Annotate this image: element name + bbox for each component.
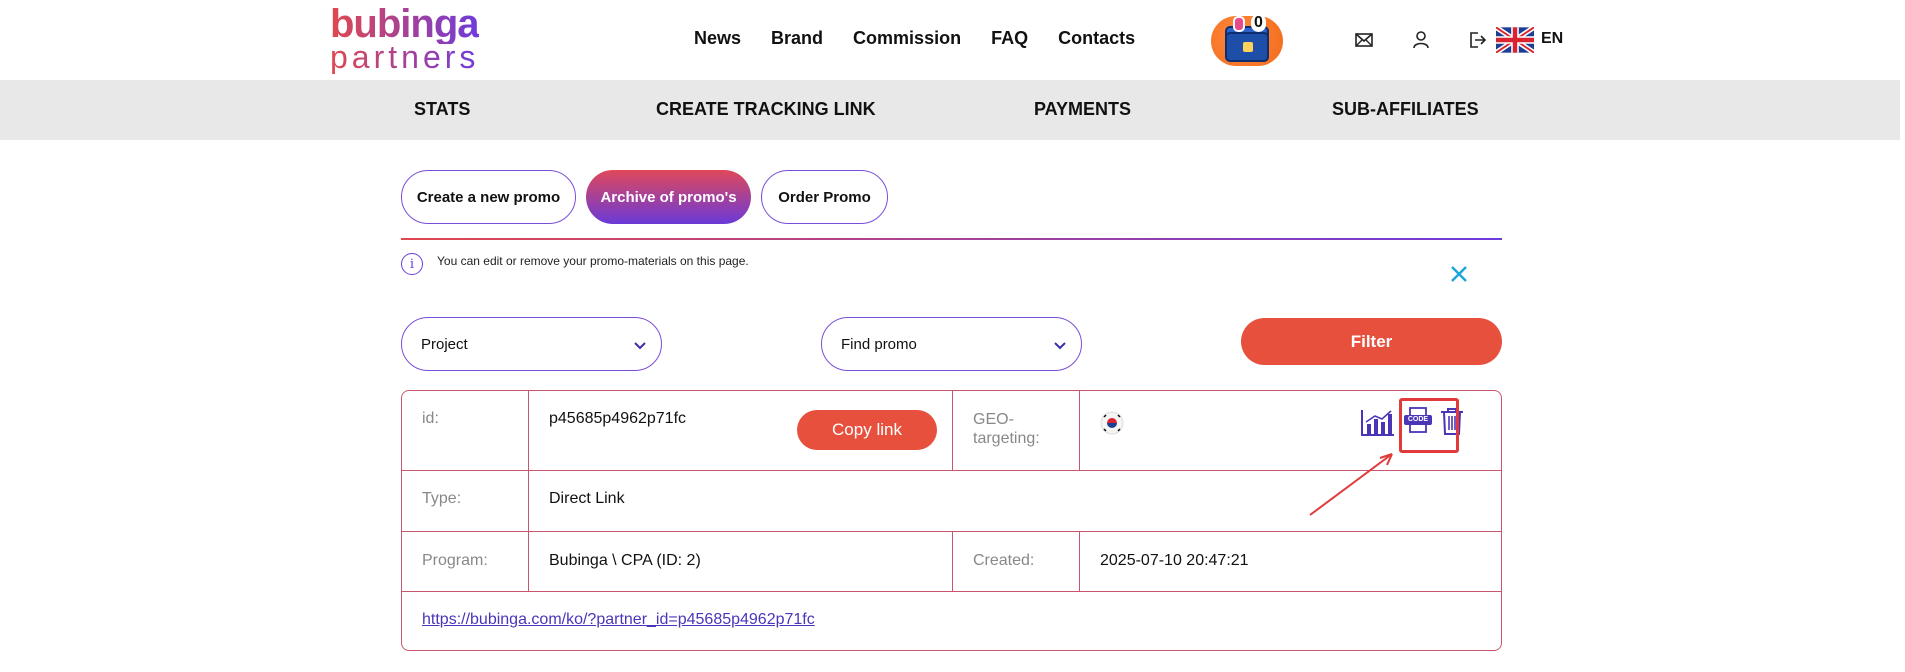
subnav-payments[interactable]: PAYMENTS (1034, 99, 1131, 120)
chevron-down-icon (1054, 342, 1066, 350)
info-icon: i (401, 253, 423, 275)
tab-create-new-promo[interactable]: Create a new promo (401, 170, 576, 224)
stats-icon[interactable] (1360, 408, 1396, 438)
subnav-sub-affiliates[interactable]: SUB-AFFILIATES (1332, 99, 1479, 120)
annotation-arrow (1309, 453, 1393, 516)
filter-button[interactable]: Filter (1241, 318, 1502, 365)
geo-label: GEO- targeting: (973, 410, 1040, 448)
user-icon[interactable] (1411, 30, 1431, 50)
geo-label-cell: GEO- targeting: (953, 391, 1080, 471)
id-label-cell: id: (402, 391, 529, 471)
find-promo-select[interactable]: Find promo (821, 317, 1082, 371)
subnav-create-tracking-link[interactable]: CREATE TRACKING LINK (656, 99, 876, 120)
created-value-cell: 2025-07-10 20:47:21 (1080, 532, 1501, 592)
nav-news[interactable]: News (694, 28, 741, 49)
treasure-chest-button[interactable]: 0 (1211, 14, 1283, 66)
promo-url-link[interactable]: https://bubinga.com/ko/?partner_id=p4568… (422, 611, 815, 629)
type-value: Direct Link (549, 490, 625, 507)
logo-top: bubinga (330, 2, 480, 46)
mail-icon[interactable] (1354, 30, 1374, 50)
program-label: Program: (422, 552, 488, 569)
tab-order-promo[interactable]: Order Promo (761, 170, 888, 224)
logout-icon[interactable] (1467, 30, 1487, 50)
program-value-cell: Bubinga \ CPA (ID: 2) (529, 532, 953, 592)
created-label: Created: (973, 552, 1035, 569)
tabs-divider (401, 238, 1502, 240)
sub-nav: STATS CREATE TRACKING LINK PAYMENTS SUB-… (0, 80, 1900, 140)
subnav-stats[interactable]: STATS (414, 99, 470, 120)
geo-label-line-1: GEO- (973, 411, 1014, 428)
program-value: Bubinga \ CPA (ID: 2) (549, 552, 701, 569)
program-label-cell: Program: (402, 532, 529, 592)
close-icon[interactable] (1449, 264, 1469, 284)
chevron-down-icon (634, 342, 646, 350)
type-label: Type: (422, 490, 462, 507)
find-promo-select-value: Find promo (841, 336, 917, 353)
geo-label-line-2: targeting: (973, 430, 1040, 447)
chest-lock (1243, 42, 1253, 52)
top-nav: News Brand Commission FAQ Contacts (694, 28, 1165, 49)
chest-badge (1233, 16, 1245, 32)
uk-flag-icon[interactable] (1496, 27, 1534, 53)
logo-bottom: partners (330, 39, 480, 75)
nav-contacts[interactable]: Contacts (1058, 28, 1135, 49)
tab-archive-of-promos[interactable]: Archive of promo's (586, 170, 751, 224)
nav-brand[interactable]: Brand (771, 28, 823, 49)
copy-link-button[interactable]: Copy link (797, 410, 937, 450)
info-text: You can edit or remove your promo-materi… (437, 254, 749, 268)
project-select-value: Project (421, 336, 468, 353)
created-value: 2025-07-10 20:47:21 (1100, 552, 1249, 569)
page: bubinga partners News Brand Commission F… (0, 0, 1905, 672)
created-label-cell: Created: (953, 532, 1080, 592)
logo[interactable]: bubinga partners (330, 4, 490, 76)
project-select[interactable]: Project (401, 317, 662, 371)
nav-commission[interactable]: Commission (853, 28, 961, 49)
id-label: id: (422, 410, 439, 427)
id-value: p45685p4962p71fc (549, 410, 687, 427)
header: bubinga partners News Brand Commission F… (0, 0, 1905, 80)
korea-flag-icon (1100, 411, 1124, 435)
type-label-cell: Type: (402, 471, 529, 532)
language-selector[interactable]: EN (1541, 30, 1563, 48)
nav-faq[interactable]: FAQ (991, 28, 1028, 49)
chest-count: 0 (1251, 14, 1266, 32)
